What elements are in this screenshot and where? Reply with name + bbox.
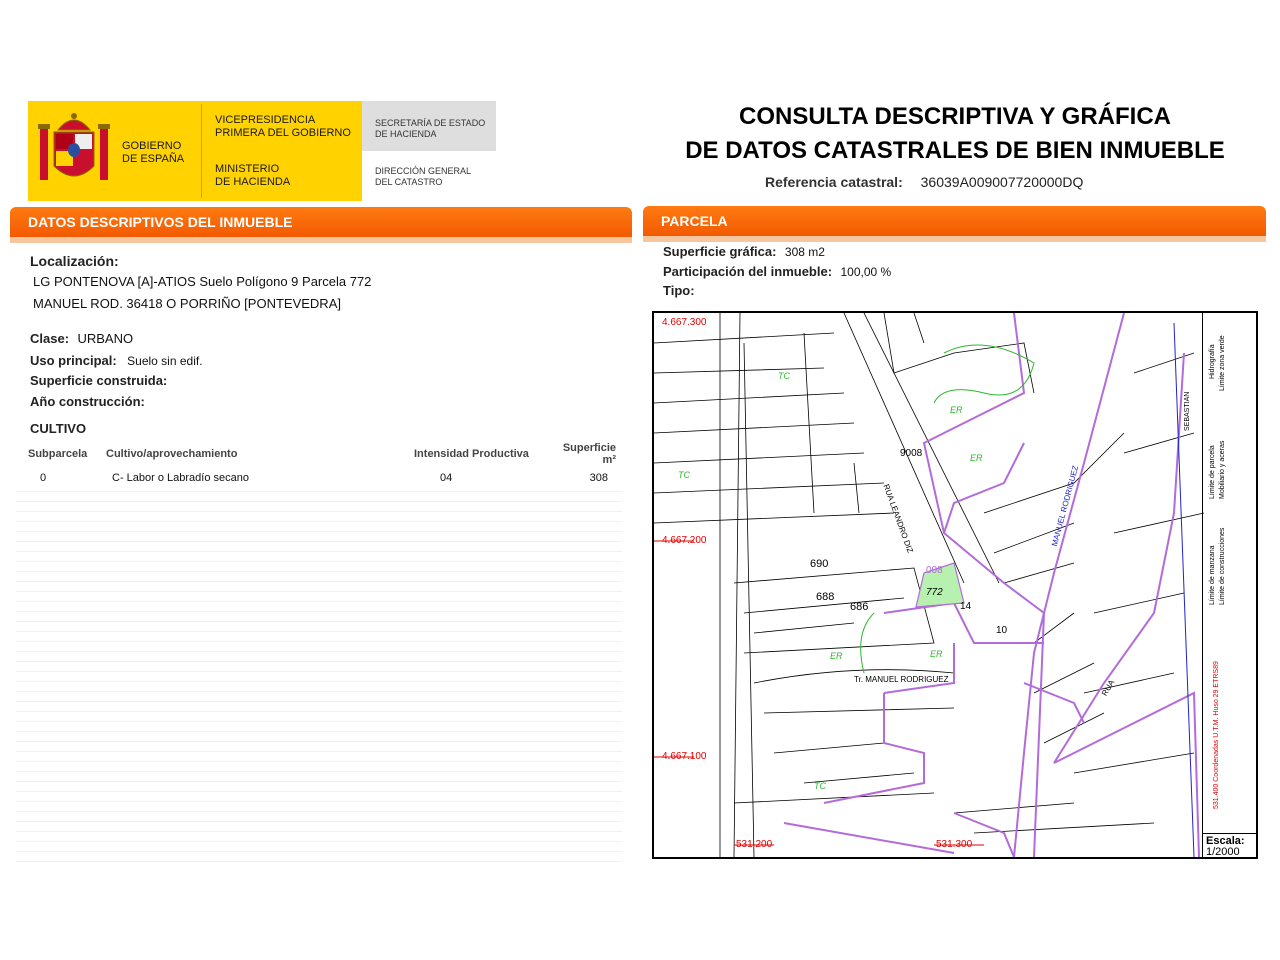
parcela-section-header: PARCELA <box>643 206 1266 236</box>
parcel-686: 686 <box>850 601 869 613</box>
uso-row: Uso principal: Suelo sin edif. <box>30 352 203 370</box>
zone-tc-2: TC <box>678 470 690 480</box>
ministerio-line2: DE HACIENDA <box>215 176 291 188</box>
ministerio: MINISTERIO DE HACIENDA <box>215 163 290 189</box>
anio-label: Año construcción: <box>30 394 145 409</box>
vicepresidencia-line1: VICEPRESIDENCIA <box>215 114 316 126</box>
secretaria-line2: DE HACIENDA <box>375 129 437 139</box>
zone-er-3: ER <box>830 651 843 661</box>
zone-er: ER <box>950 405 963 415</box>
secretaria: SECRETARÍA DE ESTADO DE HACIENDA <box>375 118 485 140</box>
parcel-9008: 9008 <box>900 448 923 459</box>
vicepresidencia-line2: PRIMERA DEL GOBIERNO <box>215 127 351 139</box>
zone-er-2: ER <box>970 453 983 463</box>
participacion-row: Participación del inmueble: 100,00 % <box>663 263 891 281</box>
uso-label: Uso principal: <box>30 353 117 368</box>
coat-of-arms-icon <box>38 110 110 190</box>
secretaria-line1: SECRETARÍA DE ESTADO <box>375 118 486 128</box>
parcela-section-header-wrap: PARCELA <box>643 206 1266 242</box>
cadastral-map[interactable]: 4.667.300 4.667.200 4.667.100 531.200 53… <box>652 311 1258 859</box>
zone-tc-3: TC <box>814 781 826 791</box>
parcela-section-rule <box>643 236 1266 242</box>
cell-cultivo: C- Labor o Labradío secano <box>112 472 249 484</box>
coord-x-300: 531.300 <box>936 839 973 850</box>
parcel-008: 008 <box>926 565 943 576</box>
parcel-688: 688 <box>816 591 835 603</box>
localizacion-line1: LG PONTENOVA [A]-ATIOS Suelo Polígono 9 … <box>33 274 372 289</box>
sup-construida-label: Superficie construida: <box>30 373 168 388</box>
legend-hidrografia: Hidrografía <box>1209 344 1216 379</box>
sup-grafica-label: Superficie gráfica: <box>663 244 777 259</box>
clase-value: URBANO <box>77 331 134 346</box>
legend-mobiliario: Mobiliario y aceras <box>1219 440 1226 499</box>
table-row: 0 C- Labor o Labradío secano 04 308 <box>24 468 620 488</box>
localizacion-label: Localización: <box>30 253 119 269</box>
coord-y-200: 4.667.200 <box>662 535 707 546</box>
legend-construcciones: Límite de construcciones <box>1219 527 1226 605</box>
parcel-772: 772 <box>926 587 943 598</box>
col-subparcela: Subparcela <box>28 448 88 460</box>
cultivo-header-row: Subparcela Cultivo/aprovechamiento Inten… <box>24 440 620 468</box>
street-tr-manuel-rodriguez: Tr. MANUEL RODRIGUEZ <box>854 675 949 684</box>
legend-zona-verde: Límite zona verde <box>1219 335 1226 391</box>
title-line2: DE DATOS CATASTRALES DE BIEN INMUEBLE <box>685 137 1225 164</box>
document-title: CONSULTA DESCRIPTIVA Y GRÁFICA DE DATOS … <box>640 100 1270 168</box>
datos-section-header: DATOS DESCRIPTIVOS DEL INMUEBLE <box>10 207 632 237</box>
cell-subparcela: 0 <box>40 472 47 484</box>
gov-name-line1: GOBIERNO <box>122 140 182 152</box>
sup-grafica-value: 308 m2 <box>784 245 825 259</box>
title-line1: CONSULTA DESCRIPTIVA Y GRÁFICA <box>738 103 1172 130</box>
direccion-line1: DIRECCIÓN GENERAL <box>375 166 472 176</box>
sup-grafica-row: Superficie gráfica: 308 m2 <box>663 243 825 261</box>
cell-superficie: 308 <box>589 472 608 484</box>
clase-label: Clase: <box>30 331 70 346</box>
participacion-value: 100,00 % <box>840 265 892 279</box>
direccion: DIRECCIÓN GENERAL DEL CATASTRO <box>375 166 471 188</box>
datos-section-header-wrap: DATOS DESCRIPTIVOS DEL INMUEBLE <box>10 207 632 243</box>
map-scale: Escala: 1/2000 <box>1202 833 1256 858</box>
ref-label: Referencia catastral: <box>765 174 903 190</box>
zone-tc: TC <box>778 371 790 381</box>
ref-value: 36039A009007720000DQ <box>920 174 1084 190</box>
uso-value: Suelo sin edif. <box>127 354 203 368</box>
parcel-10: 10 <box>996 625 1008 636</box>
table-stripes <box>16 482 622 868</box>
ministerio-line1: MINISTERIO <box>215 163 280 175</box>
legend-parcela: Límite de parcela <box>1209 445 1216 499</box>
legend-manzana: Límite de manzana <box>1209 545 1216 605</box>
zone-er-4: ER <box>930 649 943 659</box>
gov-name: GOBIERNO DE ESPAÑA <box>122 140 184 166</box>
col-intensidad: Intensidad Productiva <box>414 448 529 460</box>
parcel-14: 14 <box>960 601 972 612</box>
participacion-label: Participación del inmueble: <box>663 264 833 279</box>
logo-divider <box>201 104 202 198</box>
coord-x-200: 531.200 <box>736 839 773 850</box>
street-sebastian: SEBASTIAN <box>1184 391 1191 431</box>
clase-row: Clase: URBANO <box>30 330 133 348</box>
direccion-line2: DEL CATASTRO <box>375 177 443 187</box>
col-cultivo: Cultivo/aprovechamiento <box>106 448 238 460</box>
col-superficie: Superficie m² <box>562 442 616 466</box>
cell-intensidad: 04 <box>440 472 453 484</box>
legend-coord-note: 531.400 Coordenadas U.T.M. Huso 29 ETRS8… <box>1213 661 1220 809</box>
coord-y-300: 4.667.300 <box>662 317 707 328</box>
map-canvas <box>654 313 1205 857</box>
escala-value: 1/2000 <box>1206 846 1240 858</box>
datos-section-rule <box>10 237 632 243</box>
map-legend: Hidrografía Límite zona verde Límite de … <box>1202 313 1257 833</box>
map-green-lines <box>860 344 1035 674</box>
gov-name-line2: DE ESPAÑA <box>122 153 185 165</box>
coord-y-100: 4.667.100 <box>662 751 707 762</box>
cultivo-table: Subparcela Cultivo/aprovechamiento Inten… <box>24 440 620 488</box>
cultivo-title: CULTIVO <box>30 421 87 436</box>
vicepresidencia: VICEPRESIDENCIA PRIMERA DEL GOBIERNO <box>215 114 351 140</box>
parcel-690: 690 <box>810 558 829 570</box>
tipo-label: Tipo: <box>663 283 695 298</box>
localizacion-line2: MANUEL ROD. 36418 O PORRIÑO [PONTEVEDRA] <box>33 296 341 311</box>
referencia-catastral: Referencia catastral: 36039A009007720000… <box>765 174 1083 190</box>
